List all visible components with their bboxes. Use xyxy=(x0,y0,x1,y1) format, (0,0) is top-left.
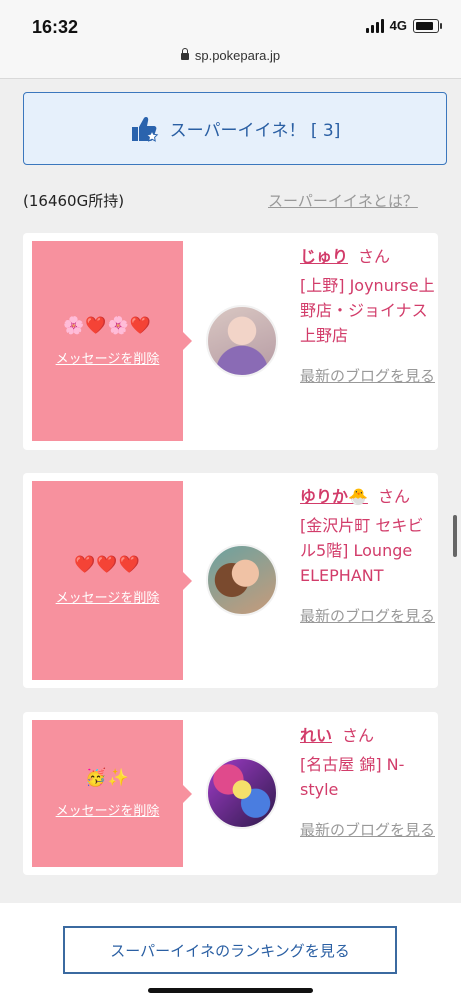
latest-blog-link[interactable]: 最新のブログを見る xyxy=(300,364,435,388)
message-box: ❤️❤️❤️ メッセージを削除 xyxy=(32,481,192,680)
message-text: 🥳✨ xyxy=(85,768,130,788)
honorific: さん xyxy=(342,726,375,745)
network-type: 4G xyxy=(389,18,407,33)
status-time: 16:32 xyxy=(32,17,79,37)
shop-name: [金沢片町 セキビル5階] Lounge ELEPHANT xyxy=(300,516,424,585)
points-balance: (16460G所持) xyxy=(23,192,125,210)
scrollbar[interactable] xyxy=(453,515,457,557)
delete-message-link[interactable]: メッセージを削除 xyxy=(56,800,160,819)
shop-name: [上野] Joynurse上野店・ジョイナス上野店 xyxy=(300,276,435,345)
super-iine-button[interactable]: スーパーイイネ！ [ 3] xyxy=(23,92,447,165)
thumbs-up-icon xyxy=(130,115,160,143)
message-box: 🥳✨ メッセージを削除 xyxy=(32,720,192,867)
bottom-bar: スーパーイイネのランキングを見る xyxy=(0,903,461,1000)
battery-icon xyxy=(413,18,442,33)
delete-message-link[interactable]: メッセージを削除 xyxy=(56,587,160,606)
ranking-button[interactable]: スーパーイイネのランキングを見る xyxy=(63,926,397,974)
lock-icon xyxy=(180,48,189,60)
url-text: sp.pokepara.jp xyxy=(194,48,281,63)
list-item: ❤️❤️❤️ メッセージを削除 ゆりか🐣 さん [金沢片町 セキビル5階] Lou… xyxy=(23,473,438,688)
avatar[interactable] xyxy=(206,757,278,829)
cast-name-link[interactable]: れい xyxy=(300,726,332,745)
status-bar: 16:32 4G sp.pokepara.jp xyxy=(0,0,461,79)
cast-info: ゆりか🐣 さん [金沢片町 セキビル5階] Lounge ELEPHANT 最新の… xyxy=(300,483,435,628)
signal-icon xyxy=(365,18,384,33)
super-iine-label: スーパーイイネ！ [ 3] xyxy=(169,121,341,141)
cast-info: じゅり さん [上野] Joynurse上野店・ジョイナス上野店 最新のブログを見… xyxy=(300,243,435,388)
list-item: 🌸❤️🌸❤️ メッセージを削除 じゅり さん [上野] Joynurse上野店・ジ… xyxy=(23,233,438,450)
status-indicators: 4G xyxy=(365,18,442,33)
message-text: ❤️❤️❤️ xyxy=(74,555,141,575)
message-text: 🌸❤️🌸❤️ xyxy=(63,315,152,336)
latest-blog-link[interactable]: 最新のブログを見る xyxy=(300,604,435,628)
about-super-iine-link[interactable]: スーパーイイネとは？ xyxy=(268,190,418,211)
cast-name-link[interactable]: ゆりか🐣 xyxy=(300,487,368,506)
delete-message-link[interactable]: メッセージを削除 xyxy=(56,348,160,367)
shop-name: [名古屋 錦] N-style xyxy=(300,755,405,799)
list-item: 🥳✨ メッセージを削除 れい さん [名古屋 錦] N-style 最新のブログを… xyxy=(23,712,438,875)
avatar[interactable] xyxy=(206,305,278,377)
honorific: さん xyxy=(358,247,391,266)
home-indicator[interactable] xyxy=(148,988,313,993)
message-box: 🌸❤️🌸❤️ メッセージを削除 xyxy=(32,241,192,441)
latest-blog-link[interactable]: 最新のブログを見る xyxy=(300,818,435,842)
avatar[interactable] xyxy=(206,544,278,616)
honorific: さん xyxy=(377,487,410,506)
url-bar[interactable]: sp.pokepara.jp xyxy=(0,48,461,63)
cast-info: れい さん [名古屋 錦] N-style 最新のブログを見る xyxy=(300,722,435,842)
cast-name-link[interactable]: じゅり xyxy=(300,247,348,266)
